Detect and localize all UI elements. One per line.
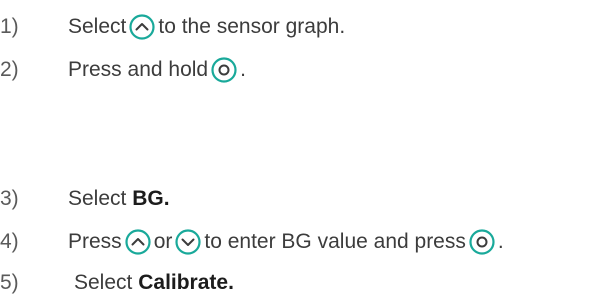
step-4: 4) Press or to enter BG value and press …	[0, 227, 504, 257]
step-2: 2) Press and hold .	[0, 55, 246, 85]
bg-option-label: BG.	[132, 187, 170, 210]
step-5: 5) Select Calibrate.	[0, 268, 234, 298]
step-number: 2)	[0, 58, 19, 81]
step-number: 4)	[0, 230, 19, 253]
step-1: 1) Select to the sensor graph.	[0, 12, 345, 42]
select-button-icon	[211, 57, 237, 83]
step-3: 3) Select BG.	[0, 184, 170, 214]
up-arrow-button-icon	[125, 229, 151, 255]
step-number: 5)	[0, 271, 19, 294]
step-text: Press or to enter BG value and press .	[68, 229, 504, 255]
up-arrow-button-icon	[129, 14, 155, 40]
step-number: 3)	[0, 187, 19, 210]
step-number: 1)	[0, 15, 19, 38]
down-arrow-button-icon	[175, 229, 201, 255]
step-text: Select BG.	[68, 187, 170, 210]
step-text: Select Calibrate.	[74, 271, 234, 294]
step-text: Select to the sensor graph.	[68, 14, 346, 40]
step-text: Press and hold .	[68, 57, 246, 83]
calibrate-option-label: Calibrate.	[138, 271, 234, 294]
select-button-icon	[469, 229, 495, 255]
